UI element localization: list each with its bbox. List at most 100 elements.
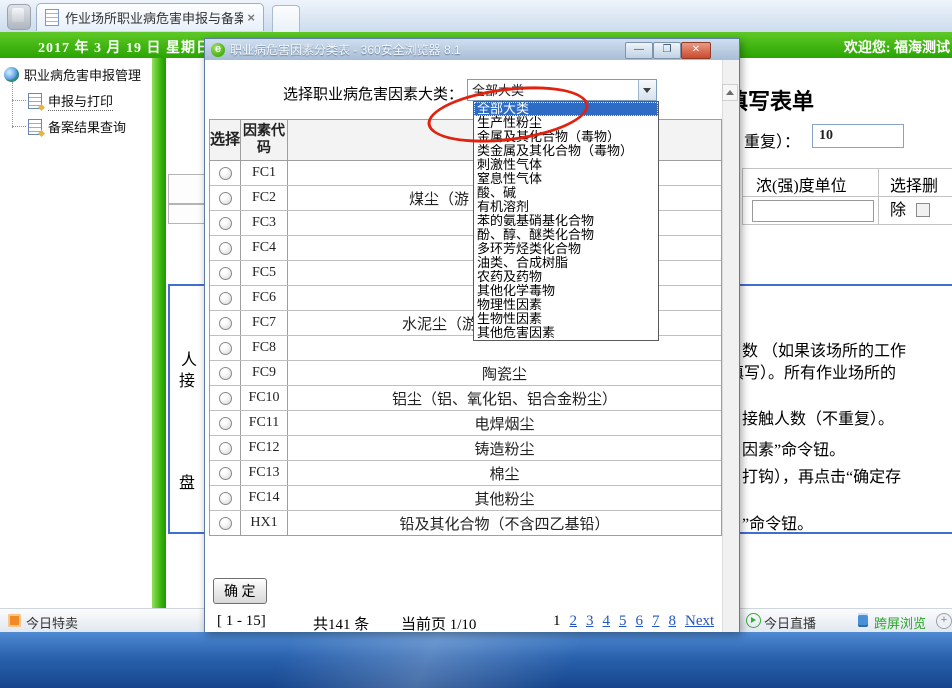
- dropdown-option[interactable]: 有机溶剂: [474, 200, 658, 214]
- dropdown-option[interactable]: 生物性因素: [474, 312, 658, 326]
- dropdown-option[interactable]: 酚、醇、醚类化合物: [474, 228, 658, 242]
- dropdown-option[interactable]: 苯的氨基硝基化合物: [474, 214, 658, 228]
- page-link[interactable]: 3: [586, 613, 594, 630]
- welcome-text: 欢迎您: 福海测试: [844, 37, 950, 57]
- maximize-button[interactable]: ❐: [653, 42, 681, 59]
- dropdown-option[interactable]: 多环芳烃类化合物: [474, 242, 658, 256]
- dialog-scrollbar[interactable]: [722, 60, 739, 632]
- scroll-up-arrow-icon[interactable]: [722, 84, 738, 101]
- factor-code: FC3: [241, 211, 288, 235]
- dialog-body: 选择职业病危害因素大类： 全部大类 选择 因素代码 因素名称 FC1 FC2煤尘…: [205, 60, 739, 632]
- table-row: FC13棉尘: [210, 461, 721, 486]
- screen: 作业场所职业病危害申报与备案 × 2017 年 3 月 19 日 星期日 欢迎您…: [0, 0, 952, 688]
- factor-code: FC1: [241, 161, 288, 185]
- speed-plus-icon[interactable]: +: [936, 613, 952, 629]
- pagination-range: [ 1 - 15]: [217, 613, 266, 630]
- dialog-title-bar[interactable]: e 职业病危害因素分类表 - 360安全浏览器 8.1 — ❐ ✕: [205, 39, 739, 60]
- radio-button[interactable]: [219, 517, 232, 530]
- radio-button[interactable]: [219, 267, 232, 280]
- table-row: FC9陶瓷尘: [210, 361, 721, 386]
- chevron-down-icon[interactable]: [638, 80, 656, 100]
- page-link[interactable]: 7: [652, 613, 660, 630]
- sidebar-item-declare-print[interactable]: 申报与打印: [28, 91, 113, 111]
- radio-button[interactable]: [219, 492, 232, 505]
- sidebar-divider-bar: [152, 58, 166, 608]
- category-select-label: 选择职业病危害因素大类：: [245, 83, 463, 104]
- dropdown-option[interactable]: 窒息性气体: [474, 172, 658, 186]
- factor-name: 棉尘: [288, 461, 721, 485]
- radio-button[interactable]: [219, 192, 232, 205]
- close-button[interactable]: ✕: [681, 42, 711, 59]
- radio-button[interactable]: [219, 442, 232, 455]
- new-tab-button[interactable]: [272, 5, 300, 33]
- page-link[interactable]: 2: [570, 613, 578, 630]
- factor-code: FC13: [241, 461, 288, 485]
- factor-code: FC7: [241, 311, 288, 335]
- page-link[interactable]: 8: [669, 613, 677, 630]
- factor-code: FC11: [241, 411, 288, 435]
- radio-button[interactable]: [219, 242, 232, 255]
- header-code: 因素代码: [241, 120, 288, 160]
- live-play-icon: [746, 613, 761, 628]
- radio-button[interactable]: [219, 342, 232, 355]
- table-row: FC11电焊烟尘: [210, 411, 721, 436]
- background-instruction-line: 填写）。所有作业场所的: [728, 359, 896, 383]
- pagination-current: 当前页 1/10: [401, 613, 476, 632]
- dropdown-option[interactable]: 农药及药物: [474, 270, 658, 284]
- dropdown-option[interactable]: 刺激性气体: [474, 158, 658, 172]
- sidebar-root-item[interactable]: 职业病危害申报管理: [4, 65, 141, 84]
- radio-button[interactable]: [219, 367, 232, 380]
- phone-icon: [858, 613, 868, 627]
- pagination-pages: 1 2 3 4 5 6 7 8 Next: [553, 613, 714, 630]
- active-tab[interactable]: 作业场所职业病危害申报与备案 ×: [36, 3, 264, 31]
- dropdown-option[interactable]: 酸、碱: [474, 186, 658, 200]
- tab-close-icon[interactable]: ×: [247, 10, 255, 25]
- live-label[interactable]: 今日直播: [764, 613, 816, 632]
- page-link[interactable]: 5: [619, 613, 627, 630]
- background-table-border: [878, 168, 879, 224]
- confirm-button[interactable]: 确 定: [213, 578, 267, 604]
- background-instruction-line: ”命令钮。: [742, 510, 813, 534]
- factor-name: 其他粉尘: [288, 486, 721, 510]
- background-count-input[interactable]: [812, 124, 904, 148]
- background-delete-checkbox[interactable]: [916, 203, 930, 217]
- background-table-border: [742, 168, 952, 169]
- dropdown-option[interactable]: 其他化学毒物: [474, 284, 658, 298]
- minimize-button[interactable]: —: [625, 42, 653, 59]
- radio-button[interactable]: [219, 217, 232, 230]
- background-unit-input[interactable]: [752, 200, 874, 222]
- background-table-border: [742, 224, 952, 225]
- tree-line: [12, 82, 13, 128]
- dropdown-option[interactable]: 其他危害因素: [474, 326, 658, 340]
- page-link[interactable]: 6: [636, 613, 644, 630]
- page-link[interactable]: 4: [603, 613, 611, 630]
- document-icon: [28, 119, 42, 135]
- dropdown-option[interactable]: 类金属及其化合物（毒物）: [474, 144, 658, 158]
- 360-browser-icon: e: [211, 43, 225, 57]
- page-icon: [45, 9, 59, 26]
- table-row: FC14其他粉尘: [210, 486, 721, 511]
- radio-button[interactable]: [219, 292, 232, 305]
- next-page-link[interactable]: Next: [685, 613, 714, 630]
- background-fragment: 盘: [179, 469, 195, 493]
- header-select: 选择: [210, 120, 241, 160]
- radio-button[interactable]: [219, 467, 232, 480]
- radio-button[interactable]: [219, 392, 232, 405]
- sidebar-item-record-query[interactable]: 备案结果查询: [28, 117, 126, 136]
- browser-app-icon[interactable]: [7, 4, 31, 30]
- radio-button[interactable]: [219, 167, 232, 180]
- radio-button[interactable]: [219, 317, 232, 330]
- dropdown-option[interactable]: 物理性因素: [474, 298, 658, 312]
- dialog-title: 职业病危害因素分类表 - 360安全浏览器 8.1: [230, 41, 461, 58]
- dropdown-option[interactable]: 油类、合成树脂: [474, 256, 658, 270]
- deals-label[interactable]: 今日特卖: [26, 613, 78, 632]
- cross-screen-label[interactable]: 跨屏浏览: [874, 613, 926, 632]
- background-instruction-line: 打钩），再点击“确定存: [742, 463, 901, 487]
- background-instruction-line: 数 （如果该场所的工作: [742, 337, 906, 361]
- background-col-unit: 浓(强)度单位: [756, 172, 847, 196]
- radio-button[interactable]: [219, 417, 232, 430]
- factor-name: 陶瓷尘: [288, 361, 721, 385]
- windows-taskbar: e e K CH: [0, 632, 952, 688]
- factor-code: FC9: [241, 361, 288, 385]
- factor-code: FC10: [241, 386, 288, 410]
